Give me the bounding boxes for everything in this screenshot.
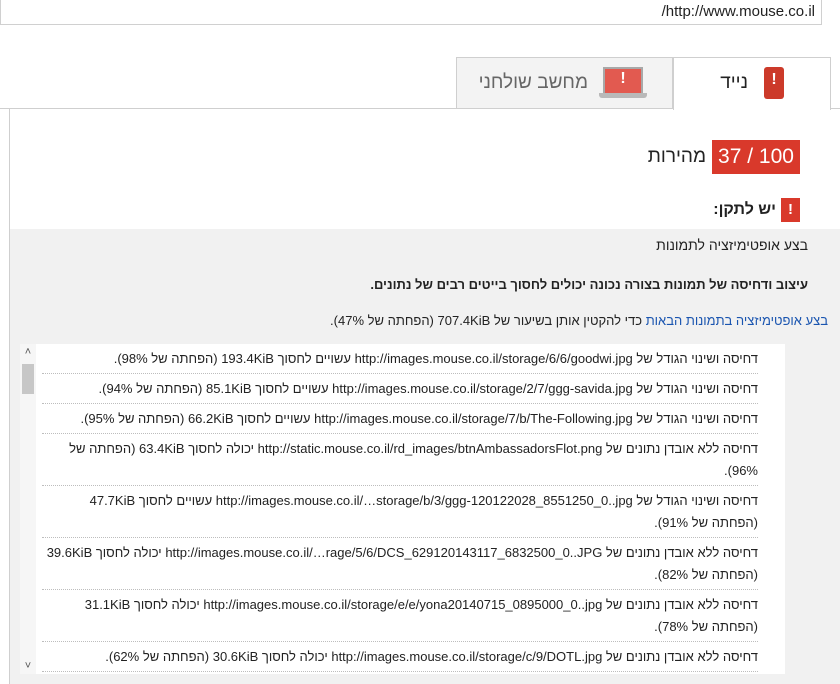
tab-active-gap [674,108,830,110]
rule-action: בצע אופטימיזציה בתמונות הבאות כדי להקטין… [330,313,828,328]
rule-title[interactable]: בצע אופטימיזציה לתמונות [656,237,808,253]
list-item: דחיסה ללא אובדן נתונים של http://static.… [42,434,758,486]
desktop-warning-icon [603,67,643,93]
laptop-base [599,93,647,98]
exclamation-icon: ! [781,198,800,222]
list-item: דחיסה ללא אובדן נתונים של http://images.… [42,590,758,642]
speed-score-badge: 37 / 100 [712,140,800,174]
mobile-warning-icon [764,67,784,99]
list-scrollbar[interactable]: ˄ ˅ [20,344,36,674]
should-fix-heading: יש לתקן: [713,201,776,218]
list-item: דחיסה ללא אובדן נתונים של http://images.… [42,642,758,672]
scroll-down-icon[interactable]: ˅ [20,660,36,672]
speed-score-label: מהירות [647,146,706,167]
scroll-up-icon[interactable]: ˄ [20,346,36,358]
scroll-thumb[interactable] [22,364,34,394]
rule-action-text: כדי להקטין אותן בשיעור של 707.4KiB (הפחת… [330,313,646,328]
tab-desktop[interactable]: מחשב שולחני [456,57,673,109]
list-item: דחיסה ושינוי הגודל של http://images.mous… [42,374,758,404]
url-bar[interactable]: /http://www.mouse.co.il [0,0,822,25]
tab-desktop-label: מחשב שולחני [478,72,588,93]
list-item: דחיסה ללא אובדן נתונים של http://images.… [42,538,758,590]
list-item: דחיסה ושינוי הגודל של http://images.mous… [42,344,758,374]
url-text: /http://www.mouse.co.il [661,3,815,20]
rule-description: עיצוב ודחיסה של תמונות בצורה נכונה יכולי… [370,277,808,292]
optimize-images-link[interactable]: בצע אופטימיזציה בתמונות הבאות [646,313,828,328]
tab-mobile[interactable]: נייד [673,57,831,110]
resource-rows: דחיסה ושינוי הגודל של http://images.mous… [42,344,758,672]
list-item: דחיסה ושינוי הגודל של http://images.mous… [42,486,758,538]
tab-mobile-label: נייד [720,72,748,93]
list-item: דחיסה ושינוי הגודל של http://images.mous… [42,404,758,434]
